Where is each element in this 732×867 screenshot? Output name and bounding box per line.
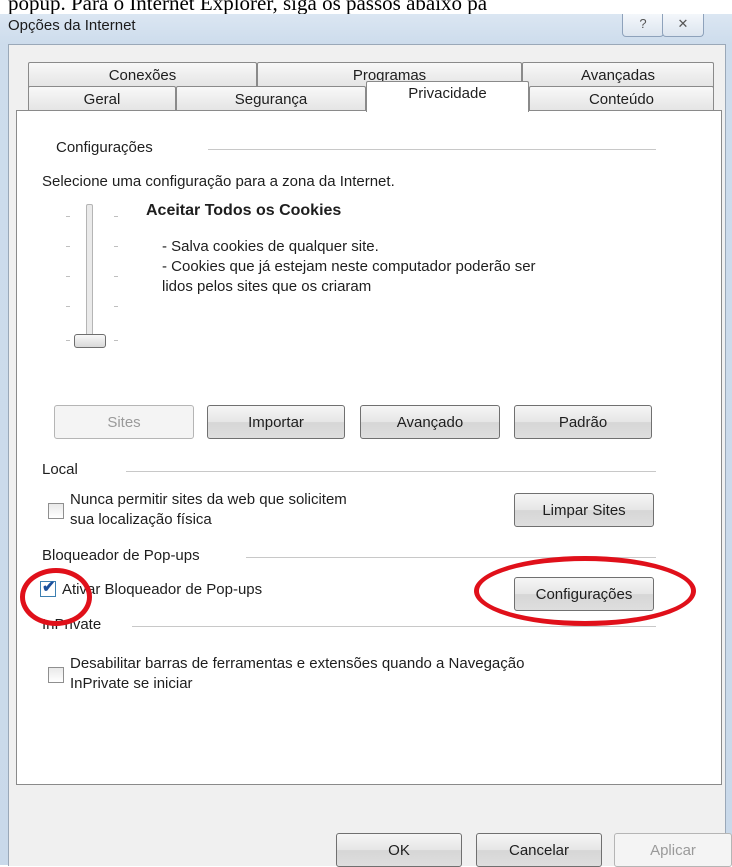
slider-track[interactable]	[86, 204, 93, 346]
slider-tick	[66, 276, 70, 277]
ok-button[interactable]: OK	[336, 833, 462, 867]
slider-tick	[66, 306, 70, 307]
slider-tick	[66, 216, 70, 217]
slider-tick	[114, 340, 118, 341]
tab-avancadas[interactable]: Avançadas	[522, 62, 714, 88]
inprivate-checkbox-label-line2: InPrivate se iniciar	[70, 675, 193, 692]
popup-blocker-group-title: Bloqueador de Pop-ups	[42, 547, 200, 564]
advanced-button[interactable]: Avançado	[360, 405, 500, 439]
help-icon[interactable]: ?	[622, 14, 664, 37]
tab-conexoes[interactable]: Conexões	[28, 62, 257, 88]
slider-thumb[interactable]	[74, 334, 106, 348]
location-checkbox-label-line2: sua localização física	[70, 511, 212, 528]
tab-geral[interactable]: Geral	[28, 86, 176, 112]
sites-button[interactable]: Sites	[54, 405, 194, 439]
slider-tick	[114, 246, 118, 247]
settings-group-title: Configurações	[56, 139, 153, 156]
window-title: Opções da Internet	[8, 17, 136, 34]
cancel-button[interactable]: Cancelar	[476, 833, 602, 867]
privacy-level-title: Aceitar Todos os Cookies	[146, 202, 342, 219]
privacy-level-desc-line1: - Salva cookies de qualquer site.	[162, 238, 379, 255]
inprivate-checkbox[interactable]	[48, 667, 64, 683]
location-checkbox[interactable]	[48, 503, 64, 519]
clear-sites-button[interactable]: Limpar Sites	[514, 493, 654, 527]
location-group-title: Local	[42, 461, 78, 478]
slider-tick	[114, 276, 118, 277]
slider-tick	[66, 340, 70, 341]
apply-button[interactable]: Aplicar	[614, 833, 732, 867]
tab-privacidade[interactable]: Privacidade	[366, 81, 529, 112]
close-icon[interactable]: ✕	[662, 14, 704, 37]
inprivate-checkbox-label-line1: Desabilitar barras de ferramentas e exte…	[70, 655, 525, 672]
location-group-divider	[126, 471, 656, 472]
privacy-level-desc-line2: - Cookies que já estejam neste computado…	[162, 258, 536, 275]
slider-tick	[114, 306, 118, 307]
privacy-level-desc-line3: lidos pelos sites que os criaram	[162, 278, 372, 295]
slider-tick	[114, 216, 118, 217]
settings-group-divider	[208, 149, 656, 150]
import-button[interactable]: Importar	[207, 405, 345, 439]
tab-conteudo[interactable]: Conteúdo	[529, 86, 714, 112]
default-button[interactable]: Padrão	[514, 405, 652, 439]
annotation-ellipse-settings-button	[474, 556, 696, 626]
slider-tick	[66, 246, 70, 247]
annotation-ellipse-checkbox	[20, 568, 92, 626]
settings-instruction: Selecione uma configuração para a zona d…	[42, 173, 395, 190]
popup-blocker-checkbox-label: Ativar Bloqueador de Pop-ups	[62, 581, 263, 598]
location-checkbox-label-line1: Nunca permitir sites da web que solicite…	[70, 491, 347, 508]
tab-seguranca[interactable]: Segurança	[176, 86, 366, 112]
inprivate-group-divider	[132, 626, 656, 627]
